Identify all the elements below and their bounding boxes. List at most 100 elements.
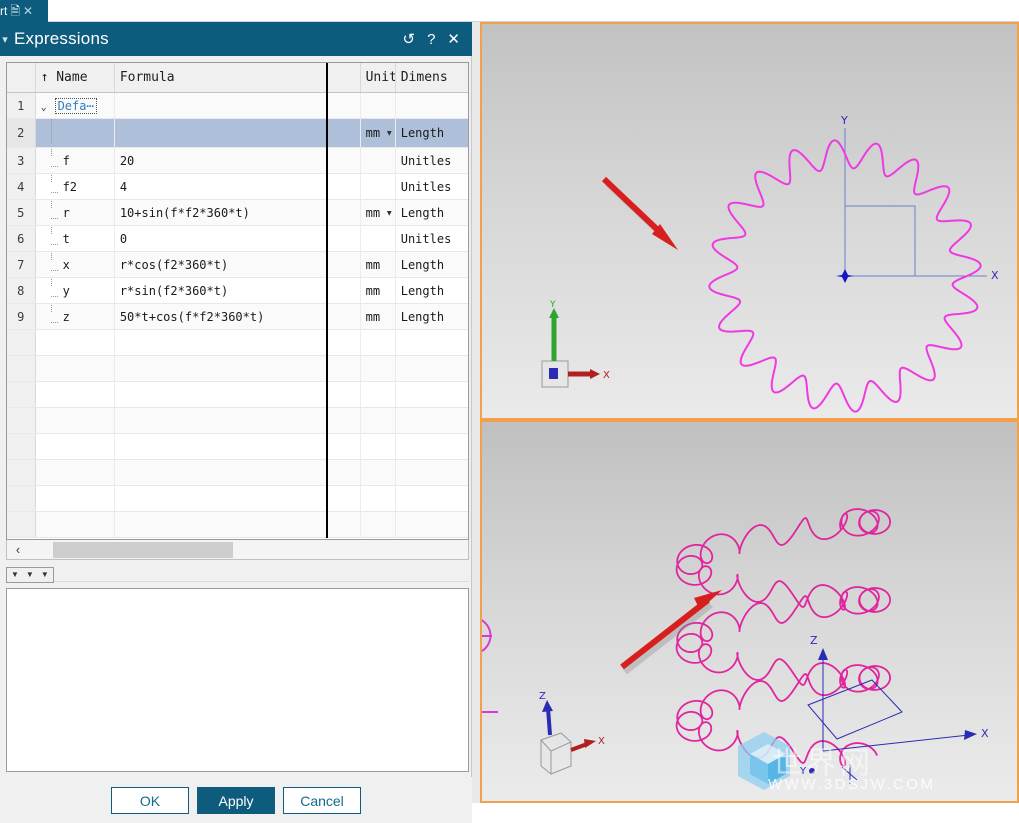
table-row[interactable]: 6 t 0 Unitles xyxy=(7,225,468,252)
row-units-cell[interactable]: mm xyxy=(360,251,396,278)
row-name-cell[interactable] xyxy=(35,511,115,538)
row-formula-cell[interactable] xyxy=(114,381,328,408)
row-formula-cell[interactable] xyxy=(114,407,328,434)
row-dimensions-cell[interactable] xyxy=(395,459,468,486)
row-units-cell[interactable] xyxy=(360,147,396,174)
row-dimensions-cell[interactable]: Length xyxy=(395,118,468,148)
row-units-cell[interactable] xyxy=(360,92,396,119)
row-name-cell[interactable]: x xyxy=(35,251,115,278)
row-formula-cell[interactable] xyxy=(114,433,328,460)
table-row[interactable] xyxy=(7,511,468,538)
row-dimensions-cell[interactable] xyxy=(395,485,468,512)
row-formula-cell[interactable] xyxy=(114,118,328,148)
row-name-cell[interactable] xyxy=(35,407,115,434)
dropdown-arrow-2-icon[interactable]: ▼ xyxy=(26,571,34,579)
table-row[interactable] xyxy=(7,407,468,434)
dropdown-arrow-1-icon[interactable]: ▼ xyxy=(11,571,19,579)
row-name-cell[interactable] xyxy=(35,118,115,148)
row-dimensions-cell[interactable] xyxy=(395,329,468,356)
dropdown-arrow-3-icon[interactable]: ▼ xyxy=(41,571,49,579)
table-row[interactable] xyxy=(7,381,468,408)
row-formula-cell[interactable] xyxy=(114,459,328,486)
header-formula[interactable]: Formula xyxy=(114,63,328,93)
row-name-cell[interactable]: y xyxy=(35,277,115,304)
row-units-cell[interactable] xyxy=(360,485,396,512)
apply-button[interactable]: Apply xyxy=(197,787,275,814)
bottom-viewport[interactable]: Z X Y Z X 世界网 WWW.3DSJW.COM xyxy=(480,420,1019,803)
row-name-cell[interactable] xyxy=(35,485,115,512)
expressions-table-container[interactable]: ↑ Name Formula Units Dimens 1⌄Defa⋯2mm▼L… xyxy=(6,62,469,540)
table-row[interactable]: 7 x r*cos(f2*360*t) mm Length xyxy=(7,251,468,278)
row-name-cell[interactable] xyxy=(35,355,115,382)
row-name-cell[interactable]: f xyxy=(35,147,115,174)
row-name-cell[interactable]: z xyxy=(35,303,115,330)
row-units-cell[interactable]: mm xyxy=(360,277,396,304)
header-units[interactable]: Units xyxy=(360,63,396,93)
horizontal-scrollbar[interactable]: ‹ xyxy=(6,540,469,560)
row-units-cell[interactable]: mm ▼ xyxy=(360,118,396,148)
row-dimensions-cell[interactable] xyxy=(395,355,468,382)
scrollbar-track[interactable] xyxy=(29,541,468,559)
row-units-cell[interactable]: mm xyxy=(360,303,396,330)
table-row[interactable]: 1 ⌄ Defa⋯ xyxy=(7,92,468,119)
row-formula-cell[interactable]: r*sin(f2*360*t) xyxy=(114,277,328,304)
row-name-cell[interactable]: t xyxy=(35,225,115,252)
table-row[interactable]: 2 mm ▼ Length xyxy=(7,118,468,148)
help-icon[interactable]: ? xyxy=(427,32,435,47)
row-name-cell[interactable] xyxy=(35,381,115,408)
row-formula-cell[interactable] xyxy=(114,92,328,119)
tab-part[interactable]: rt 🗎 ✕ xyxy=(0,0,48,22)
scroll-left-icon[interactable]: ‹ xyxy=(7,543,29,556)
row-name-cell[interactable] xyxy=(35,433,115,460)
row-units-cell[interactable] xyxy=(360,459,396,486)
orientation-triad[interactable]: Z X xyxy=(539,691,605,776)
row-dimensions-cell[interactable]: Length xyxy=(395,251,468,278)
row-formula-cell[interactable] xyxy=(114,485,328,512)
cancel-button[interactable]: Cancel xyxy=(283,787,361,814)
row-dimensions-cell[interactable] xyxy=(395,511,468,538)
row-units-cell[interactable] xyxy=(360,433,396,460)
row-units-cell[interactable]: mm ▼ xyxy=(360,199,396,226)
row-formula-cell[interactable]: 20 xyxy=(114,147,328,174)
row-name-cell[interactable]: ⌄ Defa⋯ xyxy=(35,92,115,119)
row-dimensions-cell[interactable]: Length xyxy=(395,277,468,304)
row-formula-cell[interactable]: r*cos(f2*360*t) xyxy=(114,251,328,278)
table-row[interactable]: 3 f 20 Unitles xyxy=(7,147,468,174)
row-units-cell[interactable] xyxy=(360,329,396,356)
row-units-cell[interactable] xyxy=(360,381,396,408)
row-formula-cell[interactable] xyxy=(114,355,328,382)
row-dimensions-cell[interactable]: Unitles xyxy=(395,225,468,252)
row-name-cell[interactable] xyxy=(35,459,115,486)
table-row[interactable]: 9 z 50*t+cos(f*f2*360*t) mm Length xyxy=(7,303,468,330)
table-row[interactable] xyxy=(7,485,468,512)
row-units-cell[interactable] xyxy=(360,355,396,382)
row-formula-cell[interactable] xyxy=(114,511,328,538)
scrollbar-thumb[interactable] xyxy=(53,541,233,558)
table-row[interactable] xyxy=(7,459,468,486)
row-units-cell[interactable] xyxy=(360,407,396,434)
row-dimensions-cell[interactable] xyxy=(395,381,468,408)
row-dimensions-cell[interactable]: Length xyxy=(395,303,468,330)
row-formula-cell[interactable]: 4 xyxy=(114,173,328,200)
ok-button[interactable]: OK xyxy=(111,787,189,814)
row-formula-cell[interactable]: 10+sin(f*f2*360*t) xyxy=(114,199,328,226)
row-formula-cell[interactable] xyxy=(114,329,328,356)
header-name[interactable]: ↑ Name xyxy=(35,63,115,93)
row-units-cell[interactable] xyxy=(360,225,396,252)
row-dimensions-cell[interactable]: Length xyxy=(395,199,468,226)
table-row[interactable] xyxy=(7,355,468,382)
units-dropdown-icon[interactable]: ▼ xyxy=(387,129,392,138)
row-dimensions-cell[interactable] xyxy=(395,407,468,434)
row-formula-cell[interactable]: 50*t+cos(f*f2*360*t) xyxy=(114,303,328,330)
close-icon[interactable]: ✕ xyxy=(447,32,460,47)
row-dimensions-cell[interactable]: Unitles xyxy=(395,147,468,174)
reset-icon[interactable]: ↺ xyxy=(403,32,416,47)
row-dimensions-cell[interactable] xyxy=(395,92,468,119)
row-name-cell[interactable] xyxy=(35,329,115,356)
table-row[interactable]: 4 f2 4 Unitles xyxy=(7,173,468,200)
table-row[interactable]: 8 y r*sin(f2*360*t) mm Length xyxy=(7,277,468,304)
row-name-cell[interactable]: f2 xyxy=(35,173,115,200)
table-row[interactable]: 5 r 10+sin(f*f2*360*t) mm ▼ Length xyxy=(7,199,468,226)
row-units-cell[interactable] xyxy=(360,173,396,200)
expression-editor-area[interactable] xyxy=(6,588,469,772)
